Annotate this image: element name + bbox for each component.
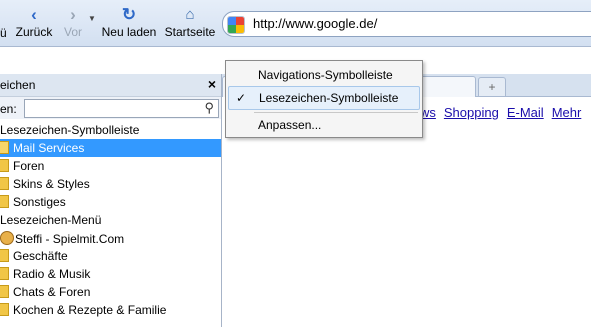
site-favicon-icon: [0, 231, 14, 245]
tree-item-label: Foren: [13, 159, 45, 173]
home-button[interactable]: ⌂ Startseite: [164, 6, 216, 39]
sidebar-title: eichen: [0, 78, 36, 92]
tree-item-radio-musik[interactable]: Radio & Musik: [0, 265, 221, 283]
menu-item-bookmarks-toolbar[interactable]: ✓ Lesezeichen-Symbolleiste: [228, 86, 420, 110]
menu-item-label: Lesezeichen-Symbolleiste: [259, 91, 399, 105]
tree-folder-bookmarks-menu[interactable]: Lesezeichen-Menü: [0, 211, 221, 229]
google-favicon-icon: [227, 16, 245, 34]
tree-item-label: Geschäfte: [13, 249, 68, 263]
tree-item-skins-styles[interactable]: Skins & Styles: [0, 175, 221, 193]
tree-item-mail-services[interactable]: Mail Services: [0, 139, 221, 157]
close-icon[interactable]: ×: [208, 76, 216, 92]
back-button[interactable]: ‹ Zurück: [14, 5, 54, 40]
tree-item-kochen[interactable]: Kochen & Rezepte & Familie: [0, 301, 221, 319]
folder-icon: [0, 177, 9, 190]
home-icon: ⌂: [185, 6, 195, 23]
tree-folder-bookmarks-toolbar[interactable]: Lesezeichen-Symbolleiste: [0, 121, 221, 139]
menu-item-customize[interactable]: Anpassen...: [228, 114, 418, 136]
tree-item-steffi[interactable]: Steffi - Spielmit.Com: [0, 229, 221, 247]
plus-icon: +: [488, 80, 496, 94]
tree-item-label: Mail Services: [13, 141, 85, 155]
url-text[interactable]: http://www.google.de/: [253, 16, 377, 31]
tree-item-label: Skins & Styles: [13, 177, 90, 191]
folder-icon: [0, 249, 9, 262]
link-email[interactable]: E-Mail: [507, 105, 544, 120]
tree-item-geschaefte[interactable]: Geschäfte: [0, 247, 221, 265]
reload-icon: ↻: [121, 5, 137, 24]
search-input[interactable]: ⚲: [24, 99, 219, 118]
menu-item-label: Navigations-Symbolleiste: [258, 68, 393, 82]
forward-arrow-icon: ›: [70, 5, 76, 24]
history-dropdown-icon[interactable]: ▼: [88, 14, 96, 23]
google-nav-links: ws Shopping E-Mail Mehr: [420, 105, 589, 120]
folder-icon: [0, 267, 9, 280]
folder-icon: [0, 303, 9, 316]
menu-item-navigation-toolbar[interactable]: Navigations-Symbolleiste: [228, 64, 418, 86]
folder-icon: [0, 159, 9, 172]
tree-item-label: Lesezeichen-Symbolleiste: [0, 123, 140, 137]
tree-item-label: Kochen & Rezepte & Familie: [13, 303, 167, 317]
tree-item-sonstiges[interactable]: Sonstiges: [0, 193, 221, 211]
forward-button[interactable]: › Vor: [60, 5, 86, 40]
tree-item-label: Lesezeichen-Menü: [0, 213, 102, 227]
folder-icon: [0, 195, 9, 208]
link-more[interactable]: Mehr: [552, 105, 582, 120]
checkmark-icon: ✓: [236, 91, 247, 105]
menu-label-fragment[interactable]: ü: [0, 26, 7, 40]
folder-icon: [0, 141, 9, 154]
back-button-label: Zurück: [15, 25, 53, 39]
tree-item-label: Steffi - Spielmit.Com: [15, 232, 125, 246]
tree-item-label: Chats & Foren: [13, 285, 91, 299]
folder-icon: [0, 285, 9, 298]
new-tab-button[interactable]: +: [478, 77, 506, 96]
tree-item-foren[interactable]: Foren: [0, 157, 221, 175]
link-shopping[interactable]: Shopping: [444, 105, 499, 120]
tree-item-label: Sonstiges: [13, 195, 66, 209]
forward-button-label: Vor: [63, 25, 82, 39]
search-label: en:: [0, 102, 17, 116]
menu-item-label: Anpassen...: [258, 118, 322, 132]
tree-item-label: Radio & Musik: [13, 267, 91, 281]
reload-button[interactable]: ↻ Neu laden: [100, 5, 158, 40]
navigation-toolbar: ü ‹ Zurück › Vor ▼ ↻ Neu laden ⌂ Startse…: [0, 0, 591, 47]
back-arrow-icon: ‹: [31, 5, 37, 24]
reload-button-label: Neu laden: [101, 25, 157, 39]
bookmark-tree: Lesezeichen-Symbolleiste Mail Services F…: [0, 121, 221, 319]
address-bar[interactable]: http://www.google.de/: [222, 11, 591, 37]
sidebar-search-row: en: ⚲: [0, 97, 221, 119]
menu-separator: [254, 112, 418, 113]
home-button-label: Startseite: [164, 25, 216, 39]
search-icon[interactable]: ⚲: [204, 100, 214, 116]
bookmarks-sidebar: eichen × en: ⚲ Lesezeichen-Symbolleiste …: [0, 74, 222, 327]
toolbar-context-menu: Navigations-Symbolleiste ✓ Lesezeichen-S…: [225, 60, 423, 138]
tree-item-chats-foren[interactable]: Chats & Foren: [0, 283, 221, 301]
sidebar-header: eichen ×: [0, 74, 221, 97]
